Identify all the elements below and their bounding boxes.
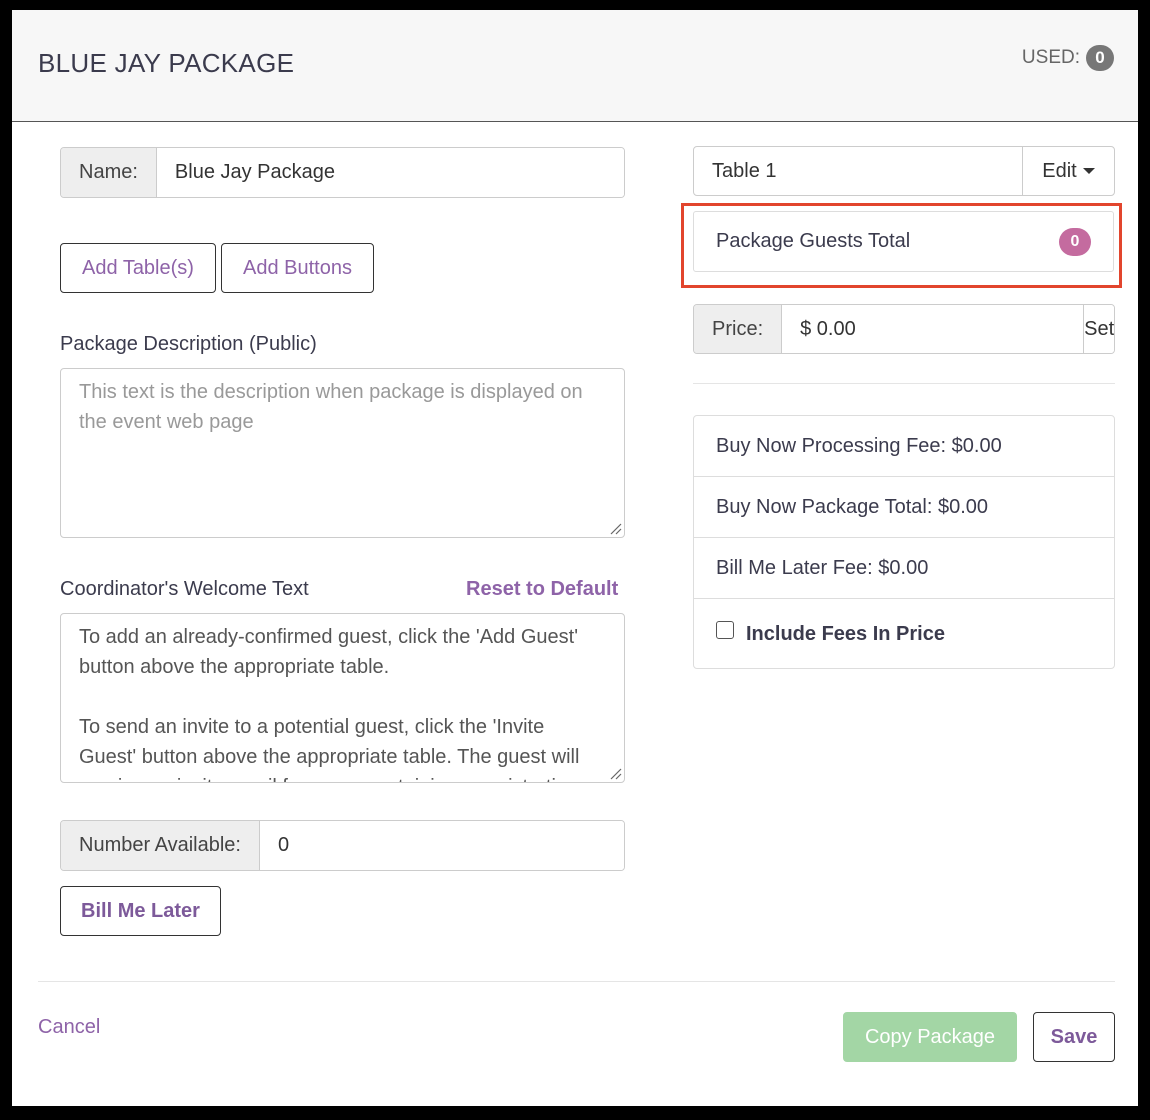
welcome-paragraph-2: To send an invite to a potential guest, … <box>79 716 580 782</box>
package-modal: BLUE JAY PACKAGE USED: 0 Name: Add Table… <box>12 10 1138 1106</box>
add-tables-button[interactable]: Add Table(s) <box>60 243 216 293</box>
number-available-label: Number Available: <box>61 821 260 870</box>
include-fees-checkbox[interactable] <box>716 621 734 639</box>
name-input[interactable] <box>156 148 624 197</box>
edit-label: Edit <box>1042 159 1077 182</box>
edit-dropdown-button[interactable]: Edit <box>1022 147 1114 195</box>
used-indicator: USED: 0 <box>1022 45 1114 71</box>
copy-package-button[interactable]: Copy Package <box>843 1012 1017 1062</box>
divider <box>693 383 1115 384</box>
fee-list: Buy Now Processing Fee: $0.00 Buy Now Pa… <box>693 415 1115 669</box>
description-label: Package Description (Public) <box>60 333 317 355</box>
price-input-group: Price: Set <box>693 304 1115 354</box>
bill-me-later-button[interactable]: Bill Me Later <box>60 886 221 936</box>
include-fees-item[interactable]: Include Fees In Price <box>694 599 1114 668</box>
price-input[interactable] <box>782 305 1084 353</box>
number-available-group: Number Available: <box>60 820 625 871</box>
welcome-text-label: Coordinator's Welcome Text <box>60 578 309 600</box>
add-buttons-button[interactable]: Add Buttons <box>221 243 374 293</box>
modal-title: BLUE JAY PACKAGE <box>38 48 295 78</box>
bill-later-fee-item: Bill Me Later Fee: $0.00 <box>694 538 1114 599</box>
save-button[interactable]: Save <box>1033 1012 1115 1062</box>
welcome-paragraph-1: To add an already-confirmed guest, click… <box>79 626 579 678</box>
package-guests-total-panel: Package Guests Total 0 <box>693 211 1114 272</box>
footer-divider <box>38 981 1115 982</box>
table-select-value[interactable]: Table 1 <box>694 147 1022 195</box>
guests-total-badge: 0 <box>1059 227 1091 256</box>
package-total-item: Buy Now Package Total: $0.00 <box>694 477 1114 538</box>
description-textarea[interactable]: This text is the description when packag… <box>60 368 625 538</box>
caret-down-icon <box>1082 168 1095 174</box>
set-price-button[interactable]: Set <box>1083 305 1114 353</box>
table-select-group: Table 1 Edit <box>693 146 1115 196</box>
price-label: Price: <box>694 305 783 353</box>
processing-fee-item: Buy Now Processing Fee: $0.00 <box>694 416 1114 477</box>
include-fees-label[interactable]: Include Fees In Price <box>746 623 945 646</box>
modal-header: BLUE JAY PACKAGE USED: 0 <box>12 10 1138 122</box>
reset-to-default-link[interactable]: Reset to Default <box>466 578 618 601</box>
description-placeholder: This text is the description when packag… <box>79 381 583 433</box>
welcome-textarea[interactable]: To add an already-confirmed guest, click… <box>60 613 625 783</box>
number-available-input[interactable] <box>259 821 624 870</box>
used-label: USED: <box>1021 47 1080 68</box>
used-count-badge: 0 <box>1086 45 1114 71</box>
cancel-link[interactable]: Cancel <box>38 1016 100 1039</box>
guests-total-label: Package Guests Total <box>716 230 911 252</box>
name-input-group: Name: <box>60 147 625 198</box>
resize-grip-icon[interactable] <box>608 766 622 780</box>
resize-grip-icon[interactable] <box>608 521 622 535</box>
name-label: Name: <box>61 148 157 197</box>
